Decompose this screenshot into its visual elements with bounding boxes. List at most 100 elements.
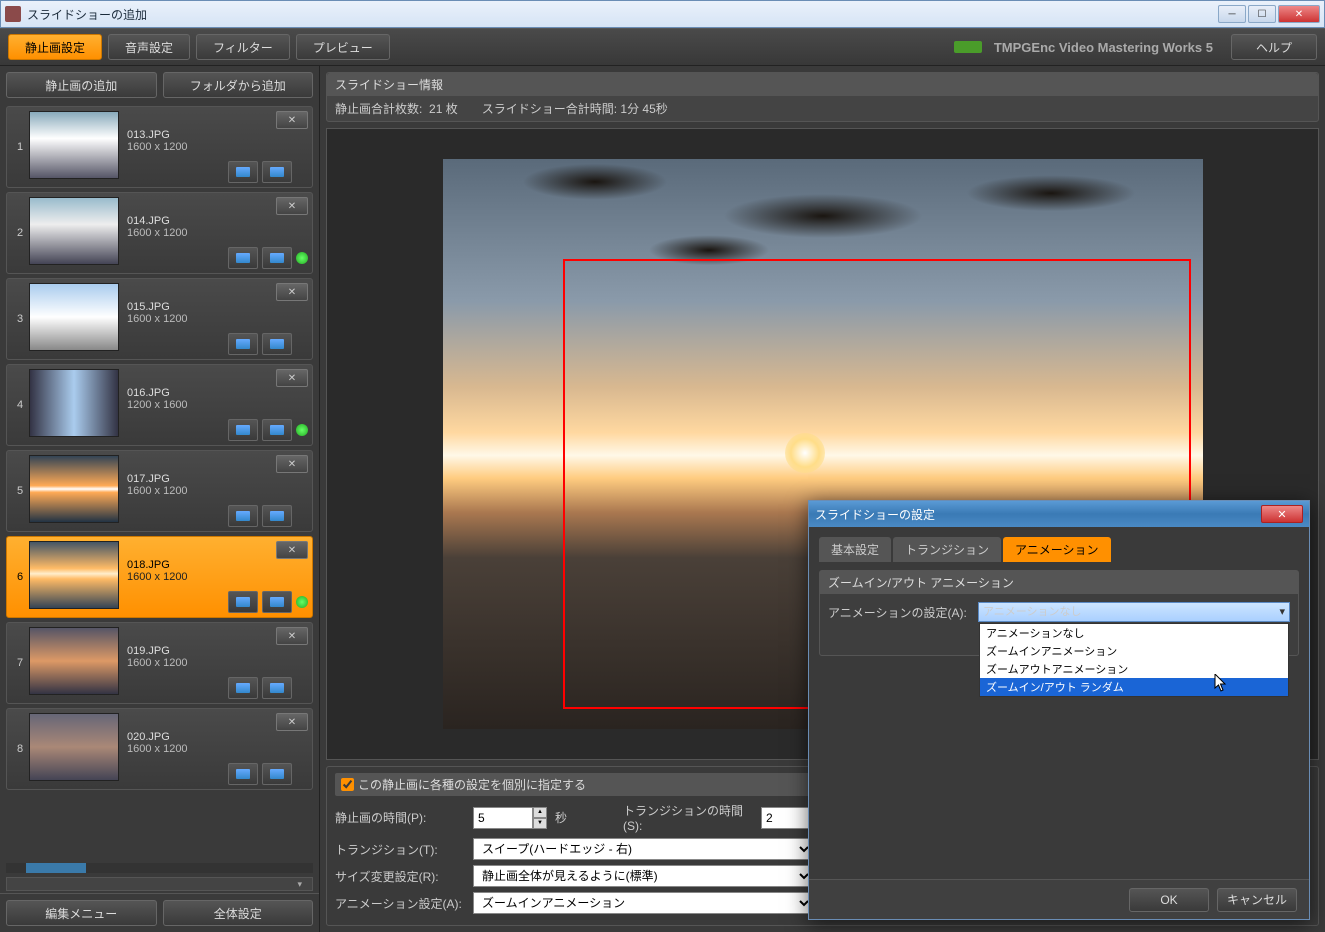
image-time-input[interactable] — [473, 807, 533, 829]
resize-select[interactable]: 静止画全体が見えるように(標準) — [473, 865, 813, 887]
thumbnail-image — [29, 111, 119, 179]
transition-label: トランジション(T): — [335, 841, 465, 858]
edit-menu-button[interactable]: 編集メニュー — [6, 900, 157, 926]
anim-setting-select[interactable]: アニメーションなし アニメーションなし ズームインアニメーション ズームアウトア… — [978, 602, 1290, 622]
maximize-button[interactable]: ☐ — [1248, 5, 1276, 23]
tab-image-settings[interactable]: 静止画設定 — [8, 34, 102, 60]
add-image-button[interactable]: 静止画の追加 — [6, 72, 157, 98]
thumb-action-1[interactable] — [228, 247, 258, 269]
tab-filter[interactable]: フィルター — [196, 34, 290, 60]
thumb-dimensions: 1200 x 1600 — [127, 399, 308, 411]
dialog-tab-basic[interactable]: 基本設定 — [819, 537, 891, 562]
thumb-action-1[interactable] — [228, 591, 258, 613]
thumb-dimensions: 1600 x 1200 — [127, 743, 308, 755]
thumb-remove-button[interactable]: ✕ — [276, 369, 308, 387]
thumbnail-item[interactable]: 4 ✕ 016.JPG 1200 x 1600 — [6, 364, 313, 446]
resize-label: サイズ変更設定(R): — [335, 868, 465, 885]
thumbnail-image — [29, 197, 119, 265]
thumbnail-item[interactable]: 1 ✕ 013.JPG 1600 x 1200 — [6, 106, 313, 188]
slideshow-info: スライドショー情報 静止画合計枚数: 21 枚 スライドショー合計時間: 1分 … — [326, 72, 1319, 122]
info-title: スライドショー情報 — [327, 73, 1318, 96]
thumbnail-item[interactable]: 7 ✕ 019.JPG 1600 x 1200 — [6, 622, 313, 704]
anim-dropdown-list: アニメーションなし ズームインアニメーション ズームアウトアニメーション ズーム… — [979, 623, 1289, 697]
individual-checkbox[interactable] — [341, 778, 354, 791]
thumb-action-1[interactable] — [228, 677, 258, 699]
thumb-remove-button[interactable]: ✕ — [276, 713, 308, 731]
app-icon — [5, 6, 21, 22]
thumb-filename: 015.JPG — [127, 301, 308, 313]
dropdown-option[interactable]: アニメーションなし — [980, 624, 1288, 642]
thumb-action-2[interactable] — [262, 591, 292, 613]
thumb-remove-button[interactable]: ✕ — [276, 627, 308, 645]
thumbnail-item[interactable]: 3 ✕ 015.JPG 1600 x 1200 — [6, 278, 313, 360]
thumb-dimensions: 1600 x 1200 — [127, 227, 308, 239]
thumbnail-image — [29, 283, 119, 351]
thumb-filename: 017.JPG — [127, 473, 308, 485]
thumb-dimensions: 1600 x 1200 — [127, 485, 308, 497]
spin-up[interactable]: ▲ — [533, 807, 547, 818]
brand-label: TMPGEnc Video Mastering Works 5 — [994, 40, 1213, 55]
thumb-index: 3 — [11, 283, 29, 355]
dialog-tab-transition[interactable]: トランジション — [893, 537, 1001, 562]
thumbnail-item[interactable]: 5 ✕ 017.JPG 1600 x 1200 — [6, 450, 313, 532]
thumb-filename: 016.JPG — [127, 387, 308, 399]
thumb-remove-button[interactable]: ✕ — [276, 111, 308, 129]
anim-label: アニメーション設定(A): — [335, 895, 465, 912]
count-label: 静止画合計枚数: — [335, 102, 422, 116]
help-button[interactable]: ヘルプ — [1231, 34, 1317, 60]
close-button[interactable]: ✕ — [1278, 5, 1320, 23]
thumb-action-1[interactable] — [228, 419, 258, 441]
thumbnail-item[interactable]: 6 ✕ 018.JPG 1600 x 1200 — [6, 536, 313, 618]
thumb-dimensions: 1600 x 1200 — [127, 571, 308, 583]
tab-preview[interactable]: プレビュー — [296, 34, 390, 60]
thumb-action-2[interactable] — [262, 247, 292, 269]
thumb-action-2[interactable] — [262, 419, 292, 441]
minimize-button[interactable]: ─ — [1218, 5, 1246, 23]
status-dot-icon — [296, 596, 308, 608]
dropdown-option[interactable]: ズームインアニメーション — [980, 642, 1288, 660]
thumbnail-item[interactable]: 8 ✕ 020.JPG 1600 x 1200 — [6, 708, 313, 790]
thumb-filename: 020.JPG — [127, 731, 308, 743]
thumb-action-1[interactable] — [228, 333, 258, 355]
thumb-action-2[interactable] — [262, 505, 292, 527]
thumb-index: 6 — [11, 541, 29, 613]
thumb-remove-button[interactable]: ✕ — [276, 541, 308, 559]
thumb-dimensions: 1600 x 1200 — [127, 313, 308, 325]
collapse-button[interactable]: ▾ — [6, 877, 313, 891]
thumb-filename: 018.JPG — [127, 559, 308, 571]
thumb-remove-button[interactable]: ✕ — [276, 283, 308, 301]
thumb-dimensions: 1600 x 1200 — [127, 141, 308, 153]
titlebar: スライドショーの追加 ─ ☐ ✕ — [0, 0, 1325, 28]
scrollbar[interactable] — [6, 863, 313, 873]
window-title: スライドショーの追加 — [27, 6, 1218, 23]
dialog-ok-button[interactable]: OK — [1129, 888, 1209, 912]
count-value: 21 枚 — [429, 102, 458, 116]
thumb-action-1[interactable] — [228, 763, 258, 785]
dropdown-option[interactable]: ズームアウトアニメーション — [980, 660, 1288, 678]
tab-audio-settings[interactable]: 音声設定 — [108, 34, 190, 60]
thumb-index: 7 — [11, 627, 29, 699]
transition-select[interactable]: スイープ(ハードエッジ - 右) — [473, 838, 813, 860]
global-settings-button[interactable]: 全体設定 — [163, 900, 314, 926]
thumb-remove-button[interactable]: ✕ — [276, 197, 308, 215]
thumb-action-2[interactable] — [262, 677, 292, 699]
dropdown-option[interactable]: ズームイン/アウト ランダム — [980, 678, 1288, 696]
thumb-remove-button[interactable]: ✕ — [276, 455, 308, 473]
anim-setting-label: アニメーションの設定(A): — [828, 604, 978, 621]
dialog-title: スライドショーの設定 — [815, 506, 1261, 523]
thumbnail-item[interactable]: 2 ✕ 014.JPG 1600 x 1200 — [6, 192, 313, 274]
thumb-action-2[interactable] — [262, 161, 292, 183]
spin-down[interactable]: ▼ — [533, 818, 547, 829]
thumb-action-1[interactable] — [228, 161, 258, 183]
thumb-action-1[interactable] — [228, 505, 258, 527]
thumbnail-list[interactable]: 1 ✕ 013.JPG 1600 x 1200 2 ✕ 014.JPG 1600… — [0, 104, 319, 863]
dialog-titlebar[interactable]: スライドショーの設定 ✕ — [809, 501, 1309, 527]
thumb-action-2[interactable] — [262, 333, 292, 355]
dialog-cancel-button[interactable]: キャンセル — [1217, 888, 1297, 912]
dialog-close-button[interactable]: ✕ — [1261, 505, 1303, 523]
dialog-tab-animation[interactable]: アニメーション — [1003, 537, 1111, 562]
thumb-index: 1 — [11, 111, 29, 183]
anim-select[interactable]: ズームインアニメーション — [473, 892, 813, 914]
add-folder-button[interactable]: フォルダから追加 — [163, 72, 314, 98]
thumb-action-2[interactable] — [262, 763, 292, 785]
